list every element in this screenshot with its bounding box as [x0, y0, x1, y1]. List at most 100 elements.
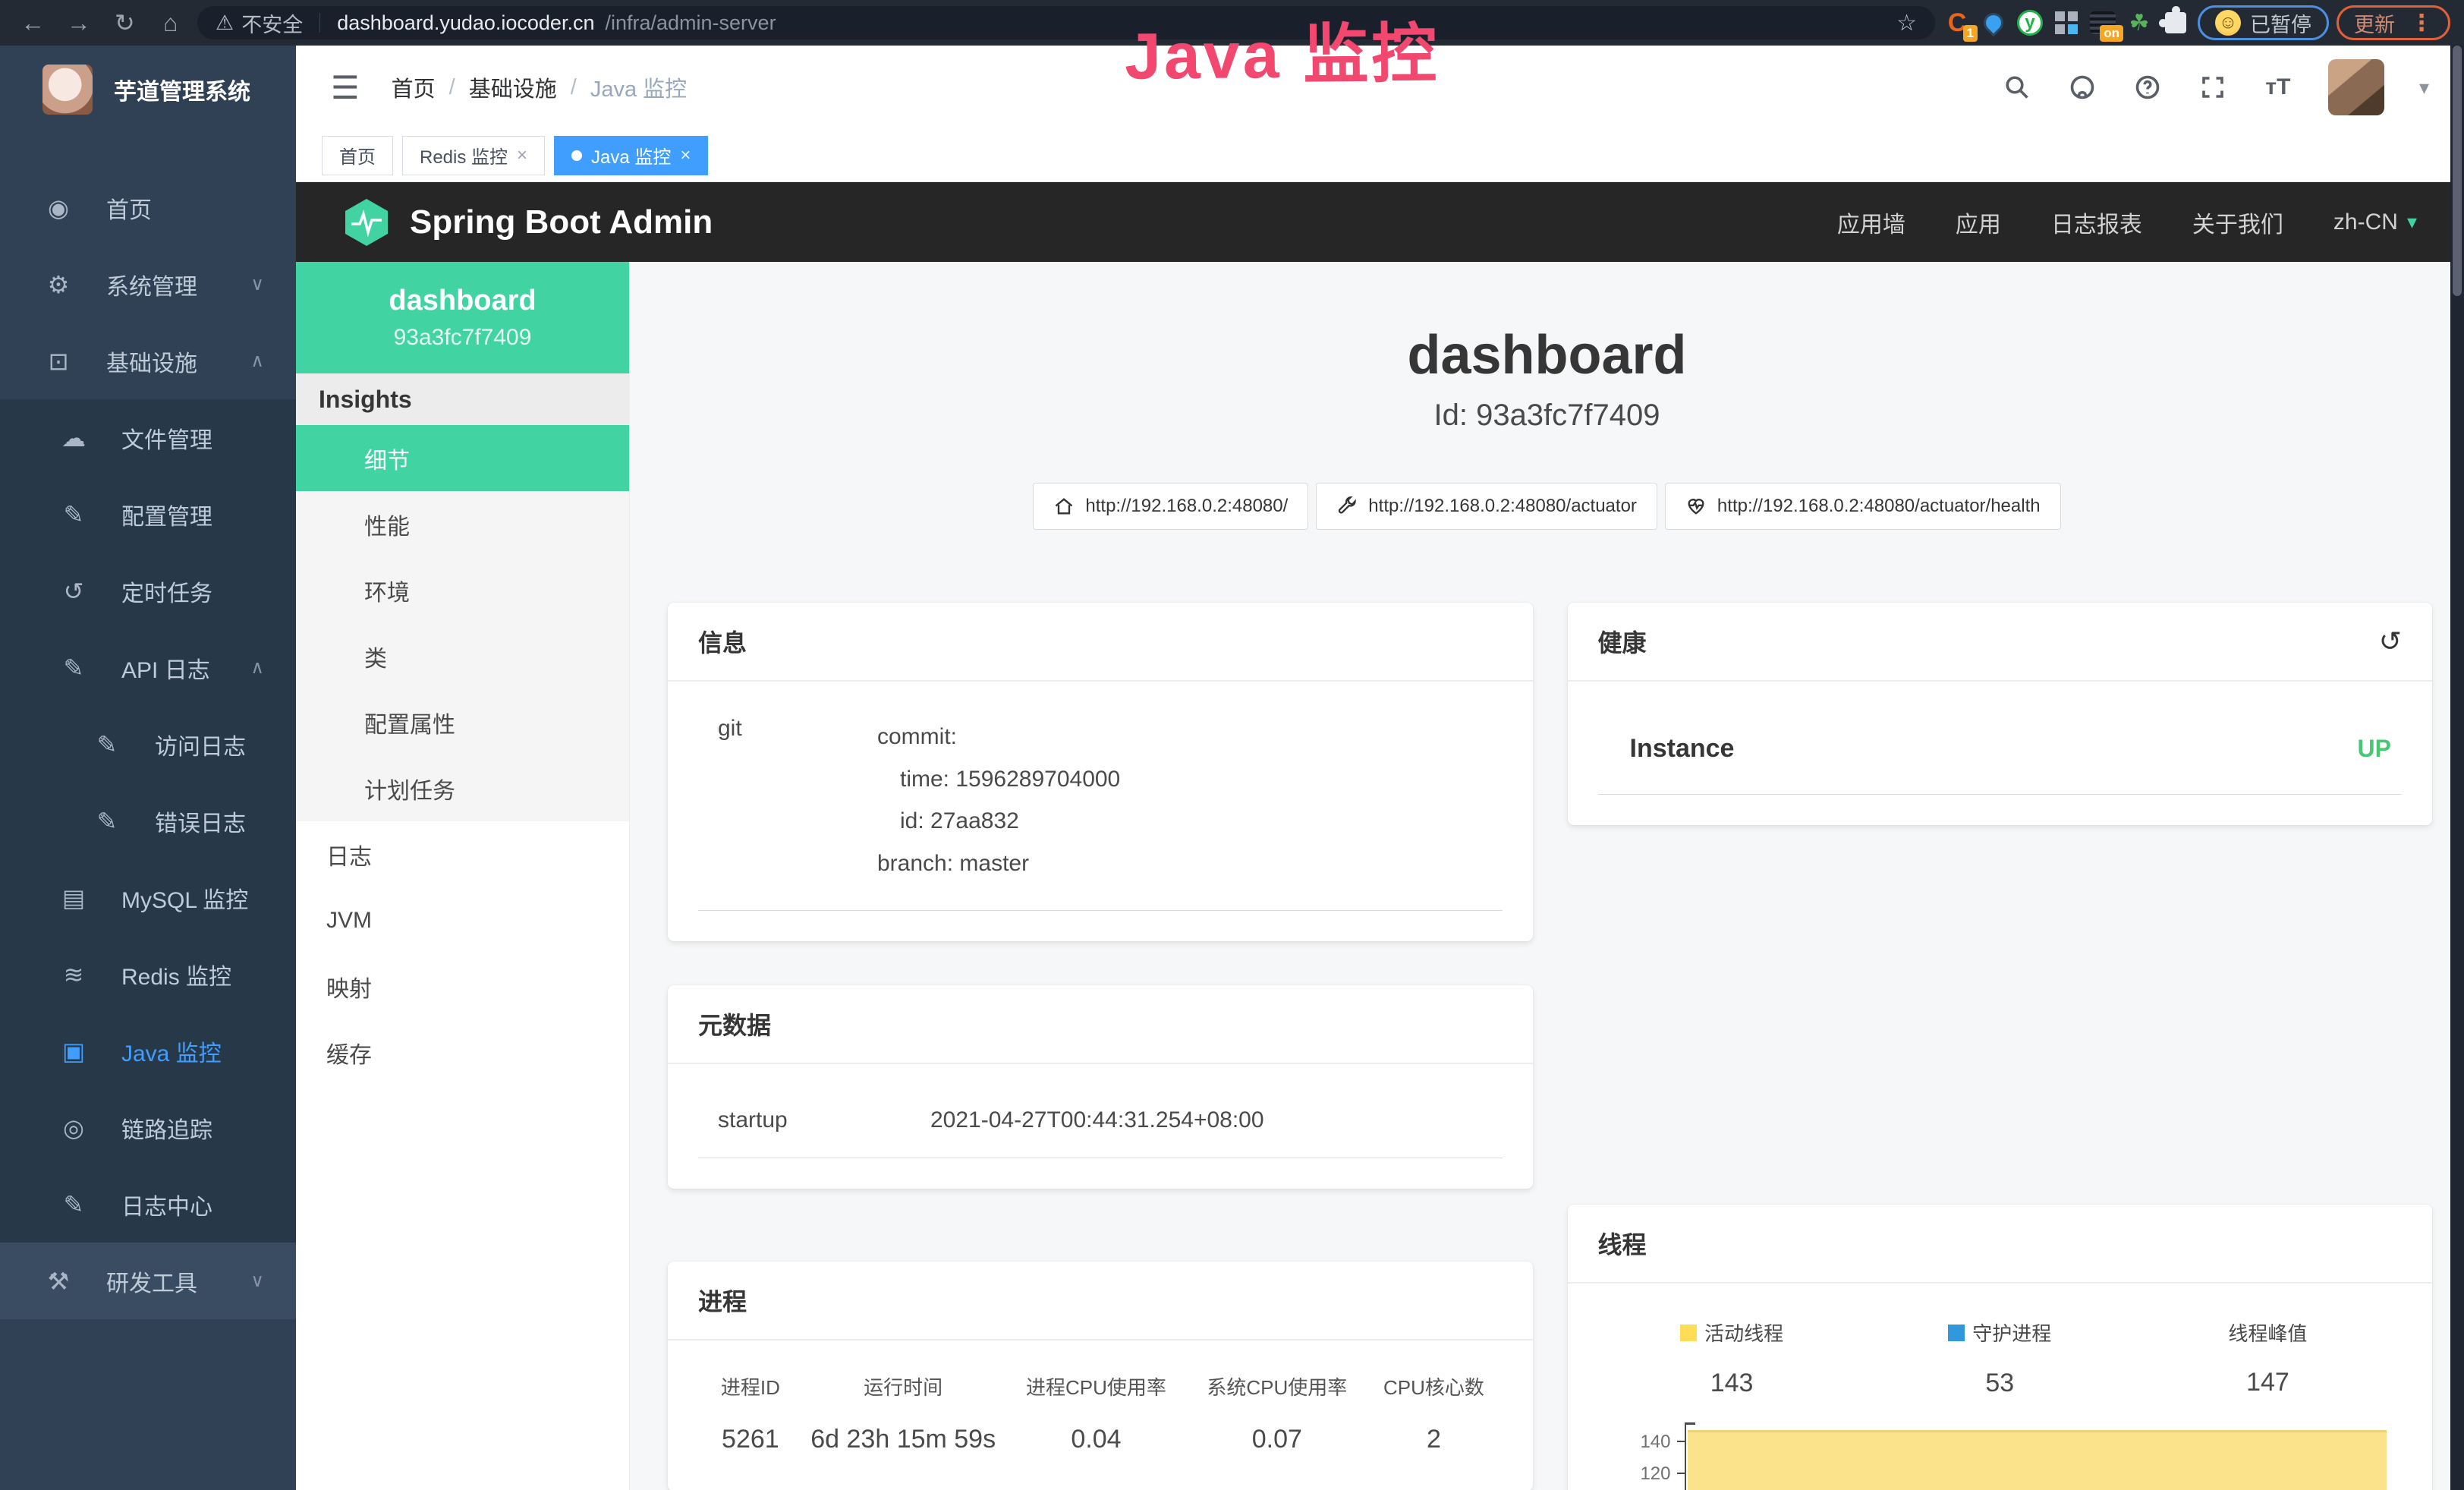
sidebar-item-scheduled-jobs[interactable]: ↺ 定时任务 [0, 553, 296, 629]
breadcrumb-section[interactable]: 基础设施 [469, 71, 557, 103]
search-icon[interactable] [2002, 72, 2032, 102]
hamburger-icon[interactable]: ☰ [331, 69, 360, 106]
sba-menu-jvm[interactable]: JVM [296, 887, 629, 953]
extensions-puzzle-icon[interactable] [2161, 8, 2190, 37]
history-icon[interactable]: ↺ [2379, 625, 2402, 657]
sidebar-item-mysql-monitor[interactable]: ▤ MySQL 监控 [0, 859, 296, 936]
y-axis-tick: 120 [1621, 1463, 1671, 1485]
sba-logo-icon [343, 197, 390, 247]
sidebar-item-java-monitor[interactable]: ▣ Java 监控 [0, 1013, 296, 1089]
git-time-line: time: 1596289704000 [877, 758, 1492, 801]
browser-home-icon[interactable]: ⌂ [152, 0, 190, 46]
breadcrumb-home[interactable]: 首页 [392, 71, 436, 103]
process-value: 6d 23h 15m 59s [803, 1411, 1004, 1460]
extension-colorzilla-icon[interactable]: C 1 [1943, 8, 1972, 37]
sba-menu-configprops[interactable]: 配置属性 [296, 689, 629, 755]
sidebar-item-error-log[interactable]: ✎ 错误日志 [0, 783, 296, 859]
github-icon[interactable] [2067, 72, 2097, 102]
chevron-up-icon: ∧ [250, 350, 264, 372]
main-sidebar: 芋道管理系统 ◉ 首页 ⚙ 系统管理 ∨ ⊡ 基础设施 ∧ ☁ 文件管理 ✎ [0, 46, 296, 1490]
actuator-url-button[interactable]: http://192.168.0.2:48080/actuator [1316, 483, 1657, 530]
bookmark-star-icon[interactable]: ☆ [1896, 10, 1917, 36]
sba-menu-logfile[interactable]: 日志 [296, 821, 629, 887]
sba-nav-about[interactable]: 关于我们 [2192, 206, 2283, 239]
browser-forward-icon[interactable]: → [60, 0, 99, 46]
security-indicator[interactable]: ⚠ 不安全 [216, 8, 303, 38]
tab-home[interactable]: 首页 [322, 136, 393, 175]
sba-menu-scheduledtasks[interactable]: 计划任务 [296, 755, 629, 821]
extension-y-icon[interactable]: y [2016, 8, 2044, 37]
browser-back-icon[interactable]: ← [14, 0, 52, 46]
process-col-header: 进程CPU使用率 [1004, 1362, 1189, 1411]
sidebar-item-label: 访问日志 [155, 728, 246, 761]
process-value: 0.07 [1188, 1411, 1365, 1460]
app-logo [42, 65, 93, 115]
browser-menu-icon[interactable]: ⋮ [2410, 10, 2433, 36]
instance-links: http://192.168.0.2:48080/ http://192.168… [630, 483, 2464, 530]
process-col-header: CPU核心数 [1365, 1362, 1502, 1411]
browser-scrollbar[interactable] [2450, 46, 2464, 1490]
sidebar-item-system[interactable]: ⚙ 系统管理 ∨ [0, 246, 296, 323]
sidebar-item-config[interactable]: ✎ 配置管理 [0, 476, 296, 553]
service-url-button[interactable]: http://192.168.0.2:48080/ [1033, 483, 1308, 530]
y-axis-tickmark [1677, 1473, 1685, 1474]
tab-redis-monitor[interactable]: Redis 监控 × [402, 136, 545, 175]
chevron-down-icon[interactable]: ▾ [2419, 76, 2429, 99]
sba-menu-metrics[interactable]: 性能 [296, 491, 629, 557]
instance-name: dashboard [389, 285, 536, 317]
help-icon[interactable] [2132, 72, 2163, 102]
health-url-button[interactable]: http://192.168.0.2:48080/actuator/health [1665, 483, 2061, 530]
threads-card-body: 活动线程 143 守护进程 [1568, 1284, 2433, 1490]
browser-update-chip[interactable]: 更新 ⋮ [2337, 5, 2450, 40]
sba-menu-env[interactable]: 环境 [296, 557, 629, 623]
sidebar-item-label: 定时任务 [121, 575, 212, 608]
threads-card: 线程 活动线程 143 [1568, 1205, 2433, 1490]
sidebar-item-log-center[interactable]: ✎ 日志中心 [0, 1166, 296, 1243]
sba-brand[interactable]: Spring Boot Admin [343, 197, 713, 247]
startup-value: 2021-04-27T00:44:31.254+08:00 [930, 1107, 1264, 1133]
sidebar-item-label: 日志中心 [121, 1188, 212, 1221]
sidebar-item-dev-tools[interactable]: ⚒ 研发工具 ∨ [0, 1243, 296, 1319]
service-url: http://192.168.0.2:48080/ [1085, 496, 1288, 517]
sidebar-item-infra[interactable]: ⊡ 基础设施 ∧ [0, 323, 296, 399]
instance-health-row[interactable]: Instance UP [1598, 723, 2403, 795]
browser-reload-icon[interactable]: ↻ [105, 0, 144, 46]
language-select[interactable]: zh-CN ▾ [2333, 209, 2417, 235]
extension-pin-icon[interactable] [1979, 8, 2008, 37]
sidebar-item-redis-monitor[interactable]: ≋ Redis 监控 [0, 936, 296, 1013]
extension-search-leaf-icon[interactable]: ☘ [2125, 8, 2154, 37]
tab-java-monitor[interactable]: Java 监控 × [554, 136, 708, 175]
sidebar-item-home[interactable]: ◉ 首页 [0, 169, 296, 246]
sba-sidebar: dashboard 93a3fc7f7409 Insights 细节 性能 环境… [296, 262, 630, 1490]
sba-menu-details[interactable]: 细节 [296, 425, 629, 491]
extension-grid-icon[interactable] [2052, 8, 2081, 37]
sba-nav-wallboard[interactable]: 应用墙 [1837, 206, 1905, 239]
fullscreen-icon[interactable] [2198, 72, 2228, 102]
sba-menu-caches[interactable]: 缓存 [296, 1019, 629, 1085]
address-bar[interactable]: ⚠ 不安全 dashboard.yudao.iocoder.cn /infra/… [197, 6, 1935, 39]
legend-swatch-blue [1948, 1325, 1965, 1341]
close-icon[interactable]: × [517, 145, 527, 166]
sidebar-item-tracing[interactable]: ◎ 链路追踪 [0, 1089, 296, 1166]
sba-nav-applications[interactable]: 应用 [1956, 206, 2001, 239]
extension-switch-icon[interactable]: on [2088, 8, 2117, 37]
avatar[interactable] [2328, 59, 2384, 115]
sidebar-item-files[interactable]: ☁ 文件管理 [0, 399, 296, 476]
sba-nav-journal[interactable]: 日志报表 [2051, 206, 2142, 239]
card-title: 信息 [698, 624, 747, 659]
metadata-card: 元数据 startup 2021-04-27T00:44:31.254+08:0… [668, 985, 1533, 1189]
sba-menu-mappings[interactable]: 映射 [296, 953, 629, 1019]
font-size-icon[interactable]: тT [2263, 72, 2293, 102]
sidebar-item-access-log[interactable]: ✎ 访问日志 [0, 706, 296, 783]
process-value: 0.04 [1004, 1411, 1189, 1460]
threads-card-header: 线程 [1568, 1205, 2433, 1284]
process-value: 2 [1365, 1411, 1502, 1460]
close-icon[interactable]: × [680, 145, 691, 166]
security-label: 不安全 [241, 8, 303, 38]
sba-menu-classes[interactable]: 类 [296, 623, 629, 689]
y-axis-tick: 140 [1621, 1432, 1671, 1453]
sidebar-item-api-log[interactable]: ✎ API 日志 ∧ [0, 629, 296, 706]
instance-header[interactable]: dashboard 93a3fc7f7409 [296, 262, 629, 373]
scrollbar-thumb[interactable] [2453, 46, 2462, 296]
profile-paused-chip[interactable]: ☺ 已暂停 [2198, 5, 2329, 40]
